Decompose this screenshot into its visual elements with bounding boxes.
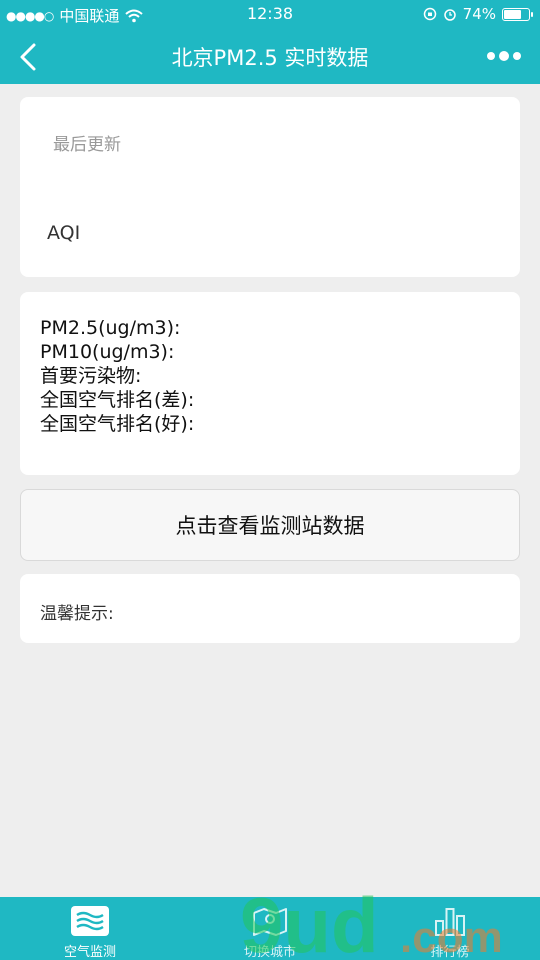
tab-label-ranking: 排行榜 <box>430 945 470 960</box>
pm10-label: PM10(ug/m3): <box>40 341 175 363</box>
view-stations-button[interactable]: 点击查看监测站数据 <box>20 489 520 561</box>
map-icon <box>253 908 287 936</box>
air-waves-icon <box>71 906 109 936</box>
tips-card: 温馨提示: <box>20 574 520 643</box>
tab-ranking[interactable]: 排行榜 <box>360 897 540 960</box>
battery-percent: 74% <box>462 5 496 23</box>
last-update-label: 最后更新 <box>53 135 121 155</box>
details-card: PM2.5(ug/m3): PM10(ug/m3): 首要污染物: 全国空气排名… <box>20 292 520 475</box>
nav-bar: 北京PM2.5 实时数据 <box>0 30 540 84</box>
status-bar: ●●●●○ 中国联通 12:38 74% <box>0 0 540 30</box>
tab-label-air-monitoring: 空气监测 <box>63 945 116 960</box>
summary-card: 最后更新 AQI <box>20 97 520 277</box>
pm25-label: PM2.5(ug/m3): <box>40 317 181 339</box>
national-rank-best-label: 全国空气排名(好): <box>40 413 195 435</box>
more-button[interactable] <box>484 44 524 68</box>
more-dot-icon <box>513 52 521 60</box>
tips-label: 温馨提示: <box>40 604 114 624</box>
orientation-lock-icon <box>423 7 436 21</box>
aqi-label: AQI <box>47 222 81 244</box>
primary-pollutant-label: 首要污染物: <box>40 365 142 387</box>
more-dot-icon <box>499 51 509 61</box>
tab-label-switch-city: 切换城市 <box>243 945 296 960</box>
battery-icon <box>502 7 533 21</box>
ranking-bars-icon <box>435 908 465 936</box>
page-title: 北京PM2.5 实时数据 <box>171 46 369 70</box>
more-dot-icon <box>487 52 495 60</box>
alarm-icon <box>443 9 456 21</box>
tab-air-monitoring[interactable]: 空气监测 <box>0 897 180 960</box>
tab-bar: 空气监测 切换城市 排行榜 <box>0 897 540 960</box>
tab-switch-city[interactable]: 切换城市 <box>180 897 360 960</box>
national-rank-worst-label: 全国空气排名(差): <box>40 389 195 411</box>
